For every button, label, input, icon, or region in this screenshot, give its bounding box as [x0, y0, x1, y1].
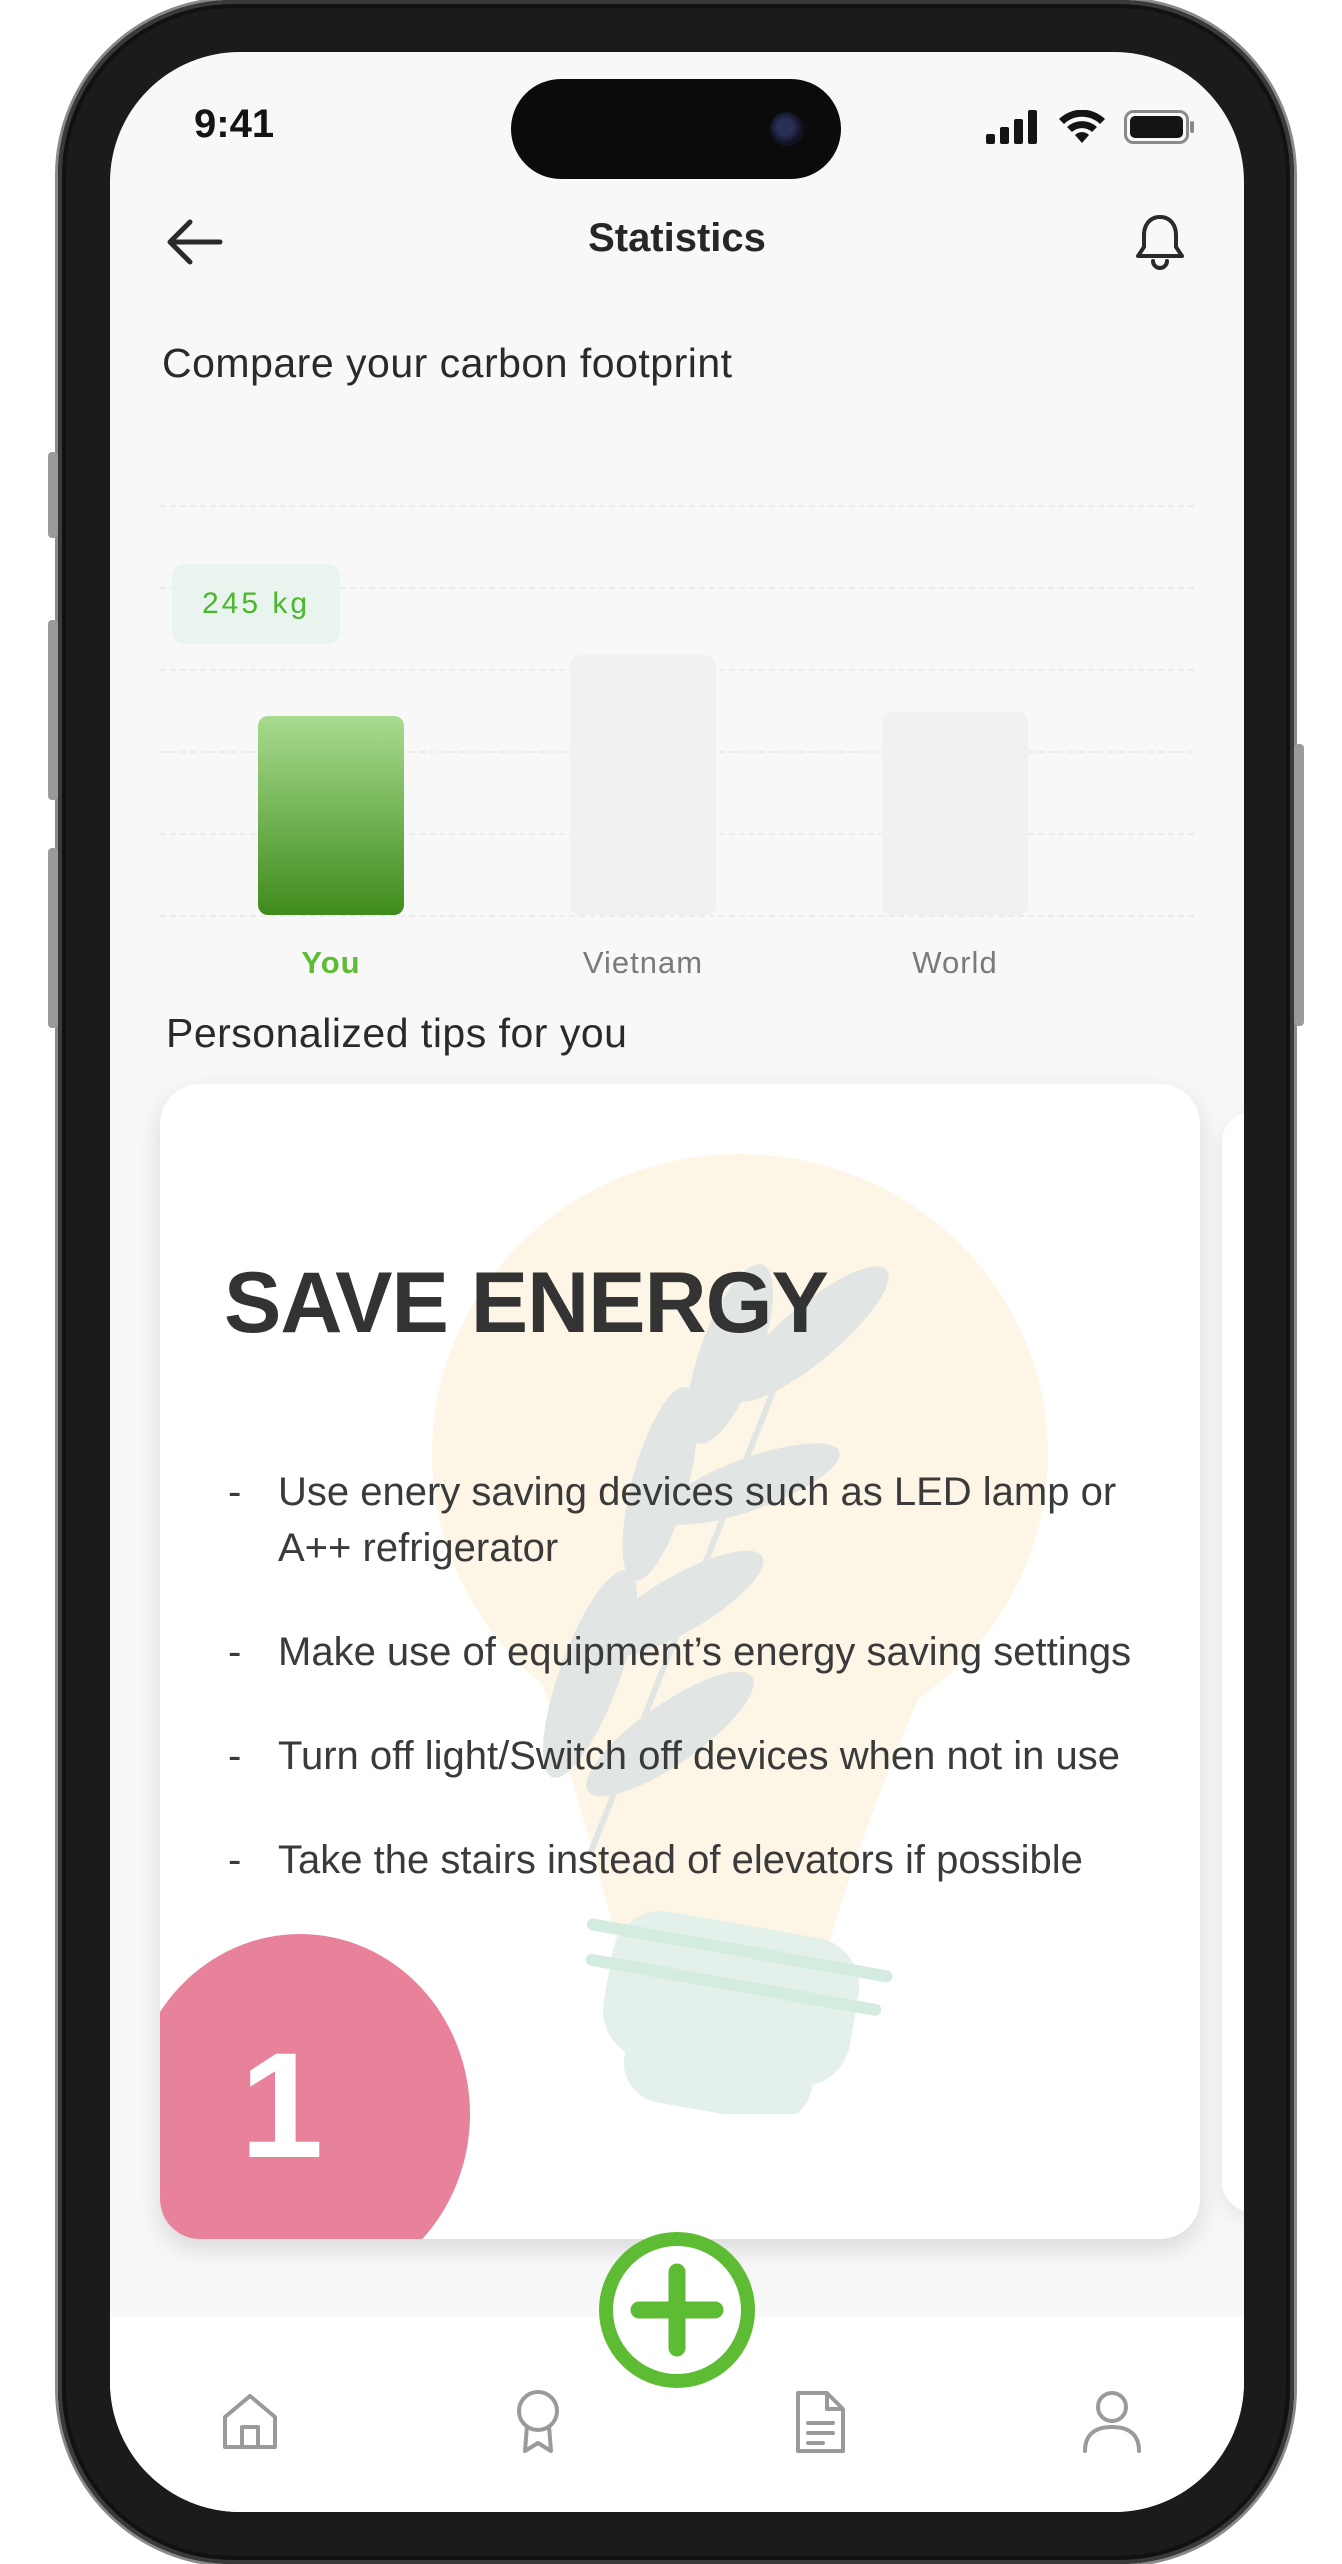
tip-number: 1: [240, 2021, 324, 2189]
tips-title: Personalized tips for you: [166, 1010, 628, 1056]
power-button: [1294, 744, 1304, 1026]
tip-text: Make use of equipment’s energy saving se…: [278, 1630, 1132, 1674]
bar-label-you: You: [301, 945, 361, 980]
screen: 9:41 Statistics Compare your carbon foot…: [110, 52, 1244, 2512]
tip-card[interactable]: SAVE ENERGY - Use enery saving devices su…: [160, 1084, 1200, 2239]
tip-text: Use enery saving devices such as LED lam…: [278, 1470, 1117, 1570]
bar-world[interactable]: [882, 711, 1028, 915]
wifi-icon: [1059, 110, 1105, 143]
nav-profile[interactable]: [1072, 2382, 1152, 2462]
bell-icon: [1136, 215, 1184, 270]
tip-item: - Take the stairs instead of elevators if…: [224, 1832, 1164, 1888]
gridline: [160, 915, 1194, 917]
page-title: Statistics: [588, 216, 766, 260]
volume-up-button: [48, 620, 58, 800]
status-time: 9:41: [194, 102, 275, 146]
nav-documents[interactable]: [780, 2382, 860, 2462]
compare-title: Compare your carbon footprint: [162, 340, 733, 386]
home-icon: [223, 2394, 277, 2449]
value-tag: 245 kg: [172, 564, 340, 644]
document-icon: [796, 2391, 845, 2453]
next-tip-card-peek[interactable]: [1222, 1112, 1244, 2212]
camera-icon: [770, 112, 804, 146]
plus-icon: [599, 2232, 755, 2388]
award-icon: [517, 2390, 559, 2453]
notifications-button[interactable]: [1128, 210, 1192, 274]
bullet-dash: -: [228, 1470, 242, 1514]
bullet-dash: -: [228, 1734, 242, 1778]
bar-label-world: World: [912, 945, 998, 980]
bullet-dash: -: [228, 1630, 242, 1674]
tip-item: - Use enery saving devices such as LED la…: [224, 1464, 1164, 1576]
volume-down-button: [48, 848, 58, 1028]
tip-text: Turn off light/Switch off devices when n…: [278, 1734, 1120, 1778]
status-icons: [986, 110, 1196, 144]
tip-card-title: SAVE ENERGY: [224, 1255, 829, 1351]
bar-vietnam[interactable]: [570, 654, 716, 915]
tip-list: - Use enery saving devices such as LED la…: [224, 1464, 1164, 1936]
footprint-chart: 245 kg You Vietnam World: [160, 442, 1194, 1002]
tip-item: - Turn off light/Switch off devices when …: [224, 1728, 1164, 1784]
nav-achievements[interactable]: [498, 2382, 578, 2462]
add-button[interactable]: [599, 2232, 755, 2388]
profile-icon: [1083, 2391, 1141, 2453]
tip-text: Take the stairs instead of elevators if …: [278, 1838, 1083, 1882]
bar-you[interactable]: [258, 715, 404, 915]
battery-icon: [1124, 110, 1194, 144]
signal-icon: [986, 110, 1037, 144]
nav-home[interactable]: [210, 2382, 290, 2462]
bullet-dash: -: [228, 1838, 242, 1882]
bar-label-vietnam: Vietnam: [582, 945, 704, 980]
gridline: [160, 505, 1194, 507]
mute-switch: [48, 452, 58, 538]
tip-item: - Make use of equipment’s energy saving s…: [224, 1624, 1164, 1680]
